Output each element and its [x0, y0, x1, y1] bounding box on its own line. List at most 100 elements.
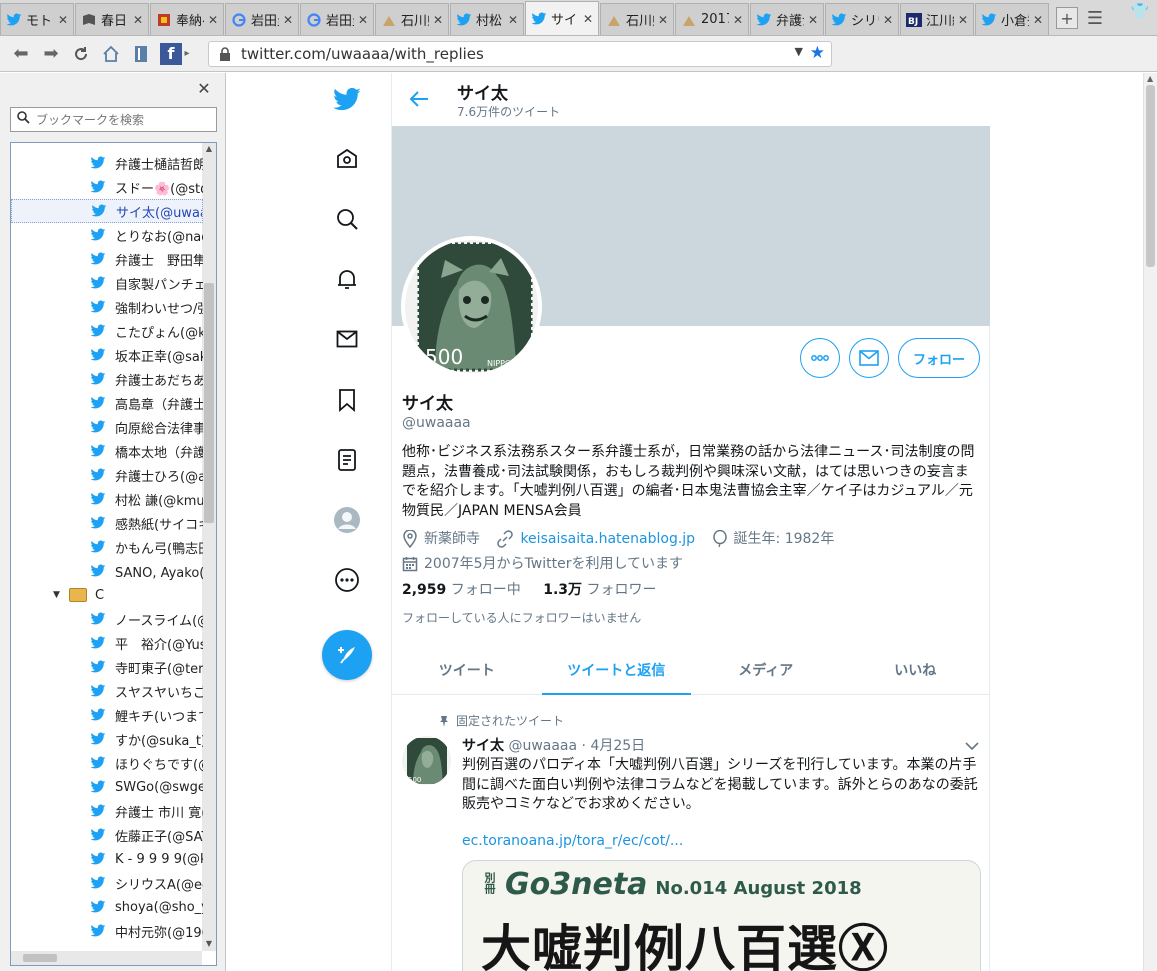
more-chevron-icon[interactable]: ▸ — [182, 41, 192, 67]
browser-tab[interactable]: 春日 ✕ — [75, 3, 149, 35]
tree-scroll-thumb[interactable] — [204, 283, 214, 523]
bookmark-search-box[interactable] — [10, 107, 217, 132]
following-link[interactable]: 2,959 フォロー中 — [402, 582, 521, 598]
lists-icon[interactable] — [322, 435, 372, 485]
bookmark-item[interactable]: スドー🌸(@stda — [11, 175, 203, 199]
bookmark-item[interactable]: 橋本太地（弁護士 — [11, 439, 203, 463]
tweet-date[interactable]: 4月25日 — [590, 738, 645, 754]
bookmark-item[interactable]: 弁護士ひろ(@ad — [11, 463, 203, 487]
tab-list-menu-icon[interactable]: ☰ — [1084, 7, 1106, 29]
browser-tab[interactable]: 石川県 ✕ — [375, 3, 449, 35]
bookmark-item[interactable]: 弁護士 市川 寛( — [11, 799, 203, 823]
notifications-bell-icon[interactable] — [322, 254, 372, 304]
bookmark-item[interactable]: 感熱紙(サイコキ — [11, 511, 203, 535]
browser-tab[interactable]: シリウス ✕ — [825, 3, 899, 35]
bookmark-folder-c[interactable]: ▼ C — [11, 583, 203, 607]
tab-close-icon[interactable]: ✕ — [433, 13, 443, 27]
tab-close-icon[interactable]: ✕ — [1033, 13, 1043, 27]
bookmark-item[interactable]: ノースライム(@n — [11, 607, 203, 631]
bookmark-item[interactable]: 高島章（弁護士 — [11, 391, 203, 415]
explore-search-icon[interactable] — [322, 194, 372, 244]
website-link[interactable]: keisaisaita.hatenablog.jp — [520, 529, 695, 549]
url-dropdown-icon[interactable]: ▼ — [795, 45, 803, 58]
browser-tab[interactable]: 岩田圭 ✕ — [225, 3, 299, 35]
scroll-down-arrow-icon[interactable]: ▼ — [204, 939, 214, 948]
window-control-icon[interactable]: 👕 — [1129, 2, 1151, 22]
close-icon[interactable]: ✕ — [196, 81, 212, 97]
browser-tab[interactable]: 奉納へ ✕ — [150, 3, 224, 35]
back-arrow-icon[interactable]: ⬅ — [6, 41, 36, 67]
tree-hscroll-thumb[interactable] — [23, 954, 57, 962]
bookmark-item[interactable]: 寺町東子(@tera — [11, 655, 203, 679]
browser-tab[interactable]: サイ ✕ — [525, 1, 599, 35]
bookmark-item[interactable]: スヤスヤいちご( — [11, 679, 203, 703]
bookmark-item[interactable]: 強制わいせつ/強 — [11, 295, 203, 319]
bookmark-star-icon[interactable]: ★ — [810, 43, 825, 63]
tab-close-icon[interactable]: ✕ — [358, 13, 368, 27]
tree-vertical-scrollbar[interactable]: ▲ ▼ — [202, 143, 216, 951]
tab-likes[interactable]: いいね — [841, 645, 991, 694]
browser-tab[interactable]: 石川県 ✕ — [600, 3, 674, 35]
bookmark-item[interactable]: 向原総合法律事 — [11, 415, 203, 439]
bookmark-item[interactable]: ほりぐちです(@r — [11, 751, 203, 775]
bookmark-item[interactable]: 平 裕介(@Yus — [11, 631, 203, 655]
page-scrollbar[interactable]: ▲ — [1143, 73, 1157, 971]
tab-close-icon[interactable]: ✕ — [583, 12, 593, 26]
bookmark-item[interactable]: シリウスA(@eey — [11, 871, 203, 895]
messages-envelope-icon[interactable] — [322, 314, 372, 364]
tweet-author-name[interactable]: サイ太 — [462, 738, 504, 754]
chevron-down-icon[interactable] — [964, 738, 980, 754]
back-arrow-icon[interactable] — [408, 88, 430, 110]
bookmark-item[interactable]: すか(@suka_t): — [11, 727, 203, 751]
page-scroll-thumb[interactable] — [1146, 85, 1155, 267]
tab-close-icon[interactable]: ✕ — [808, 13, 818, 27]
tree-horizontal-scrollbar[interactable] — [11, 951, 202, 965]
tab-close-icon[interactable]: ✕ — [883, 13, 893, 27]
tab-close-icon[interactable]: ✕ — [733, 13, 743, 27]
tweet-avatar[interactable]: 500 — [402, 736, 451, 785]
bookmark-search-input[interactable] — [36, 112, 206, 127]
followers-link[interactable]: 1.3万 フォロワー — [543, 582, 656, 598]
bookmark-item[interactable]: 鯉キチ(いつまで — [11, 703, 203, 727]
tab-media[interactable]: メディア — [691, 645, 841, 694]
bookmark-item[interactable]: 中村元弥(@196 — [11, 919, 203, 943]
browser-tab[interactable]: 201708 ✕ — [675, 3, 749, 35]
message-button[interactable] — [849, 338, 889, 378]
tab-tweets-and-replies[interactable]: ツイートと返信 — [541, 645, 692, 695]
twitter-logo-icon[interactable] — [322, 75, 372, 125]
bookmark-item[interactable]: かもん弓(鴨志田 — [11, 535, 203, 559]
follow-button[interactable]: フォロー — [898, 338, 980, 378]
tab-close-icon[interactable]: ✕ — [58, 13, 68, 27]
bookmark-item[interactable]: こたぴょん(@ko — [11, 319, 203, 343]
bookmark-item[interactable]: SANO, Ayako(佐 — [11, 559, 203, 583]
bookmark-item[interactable]: とりなお(@naot — [11, 223, 203, 247]
facebook-icon[interactable]: f — [160, 42, 182, 65]
url-bar[interactable]: twitter.com/uwaaaa/with_replies ▼ ★ — [208, 41, 832, 67]
folder-expanded-arrow-icon[interactable]: ▼ — [53, 590, 63, 600]
bookmark-item[interactable]: 坂本正幸(@sak — [11, 343, 203, 367]
home-icon[interactable] — [96, 41, 126, 67]
browser-tab[interactable]: 村松 謙 ✕ — [450, 3, 524, 35]
scroll-up-arrow-icon[interactable]: ▲ — [204, 144, 214, 153]
bookmark-item[interactable]: サイ太(@uwaaa — [11, 199, 203, 223]
browser-tab[interactable]: モト ✕ — [0, 3, 74, 35]
bookmark-item[interactable]: 佐藤正子(@SAT — [11, 823, 203, 847]
bookmark-item[interactable]: 弁護士樋詰哲朗 — [11, 151, 203, 175]
bookmark-item[interactable]: shoya(@sho_y — [11, 895, 203, 919]
bookmark-item[interactable]: 弁護士 野田隼 — [11, 247, 203, 271]
browser-tab[interactable]: 弁護士 ✕ — [750, 3, 824, 35]
bookmark-item[interactable]: K - 9 9 9 9(@k99 — [11, 847, 203, 871]
tab-close-icon[interactable]: ✕ — [208, 13, 218, 27]
pinned-tweet[interactable]: 固定されたツイート 500 サイ太 @uwaaaa · 4月25日 判例百選のパ… — [392, 696, 990, 971]
tab-close-icon[interactable]: ✕ — [958, 13, 968, 27]
bookmark-item[interactable]: 村松 謙(@kmur — [11, 487, 203, 511]
bookmarks-sidebar-icon[interactable] — [126, 41, 156, 67]
reload-icon[interactable] — [66, 41, 96, 67]
bookmarks-nav-icon[interactable] — [322, 375, 372, 425]
more-options-icon[interactable] — [322, 555, 372, 605]
tab-close-icon[interactable]: ✕ — [283, 13, 293, 27]
tab-close-icon[interactable]: ✕ — [508, 13, 518, 27]
tab-close-icon[interactable]: ✕ — [133, 13, 143, 27]
compose-tweet-button[interactable] — [322, 630, 372, 680]
forward-arrow-icon[interactable]: ➡ — [36, 41, 66, 67]
